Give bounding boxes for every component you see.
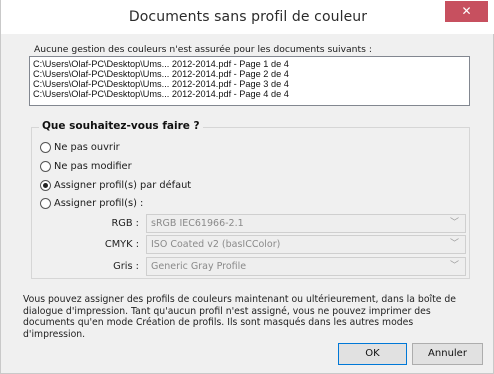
- radio-assign-default[interactable]: Assigner profil(s) par défaut: [40, 178, 191, 192]
- rgb-profile-value: sRGB IEC61966-2.1: [151, 218, 244, 229]
- radio-icon[interactable]: [40, 160, 51, 172]
- color-profile-dialog: Documents sans profil de couleur ✕ Aucun…: [0, 0, 494, 374]
- radio-do-not-open[interactable]: Ne pas ouvrir: [40, 140, 120, 154]
- dialog-title: Documents sans profil de couleur: [128, 9, 368, 25]
- list-item[interactable]: C:\Users\Olaf-PC\Desktop\Ums... 2012-201…: [33, 89, 469, 99]
- chevron-down-icon: ﹀: [449, 239, 459, 249]
- radio-do-not-modify[interactable]: Ne pas modifier: [40, 159, 132, 173]
- cmyk-profile-select[interactable]: ISO Coated v2 (basICColor) ﹀: [146, 235, 466, 254]
- radio-label: Assigner profil(s) par défaut: [54, 179, 192, 191]
- info-text: Vous pouvez assigner des profils de coul…: [23, 294, 457, 340]
- gray-profile-value: Generic Gray Profile: [151, 261, 247, 272]
- close-button[interactable]: ✕: [445, 1, 488, 22]
- list-item[interactable]: C:\Users\Olaf-PC\Desktop\Ums... 2012-201…: [33, 59, 469, 69]
- close-icon: ✕: [461, 4, 472, 18]
- list-item[interactable]: C:\Users\Olaf-PC\Desktop\Ums... 2012-201…: [33, 79, 469, 89]
- documents-list[interactable]: C:\Users\Olaf-PC\Desktop\Ums... 2012-201…: [29, 56, 470, 106]
- chevron-down-icon: ﹀: [449, 218, 459, 228]
- action-group-legend: Que souhaitez-vous faire ?: [39, 120, 203, 132]
- radio-label: Ne pas modifier: [54, 160, 132, 172]
- cmyk-label: CMYK :: [104, 239, 139, 250]
- ok-button[interactable]: OK: [338, 343, 407, 365]
- rgb-profile-select[interactable]: sRGB IEC61966-2.1 ﹀: [146, 214, 466, 233]
- list-item[interactable]: C:\Users\Olaf-PC\Desktop\Ums... 2012-201…: [33, 69, 469, 79]
- documents-list-label: Aucune gestion des couleurs n'est assuré…: [34, 44, 372, 55]
- cancel-button[interactable]: Annuler: [412, 343, 483, 365]
- radio-icon[interactable]: [40, 141, 51, 153]
- radio-label: Assigner profil(s) :: [54, 197, 144, 209]
- chevron-down-icon: ﹀: [449, 261, 459, 271]
- gray-profile-select[interactable]: Generic Gray Profile ﹀: [146, 257, 466, 276]
- radio-assign-profiles[interactable]: Assigner profil(s) :: [40, 196, 143, 210]
- radio-checked-icon[interactable]: [40, 179, 51, 191]
- cmyk-profile-value: ISO Coated v2 (basICColor): [151, 239, 281, 250]
- radio-label: Ne pas ouvrir: [54, 141, 120, 153]
- gray-label: Gris :: [113, 261, 139, 272]
- title-bar: Documents sans profil de couleur ✕: [1, 0, 494, 34]
- radio-icon[interactable]: [40, 197, 51, 209]
- rgb-label: RGB :: [111, 218, 139, 229]
